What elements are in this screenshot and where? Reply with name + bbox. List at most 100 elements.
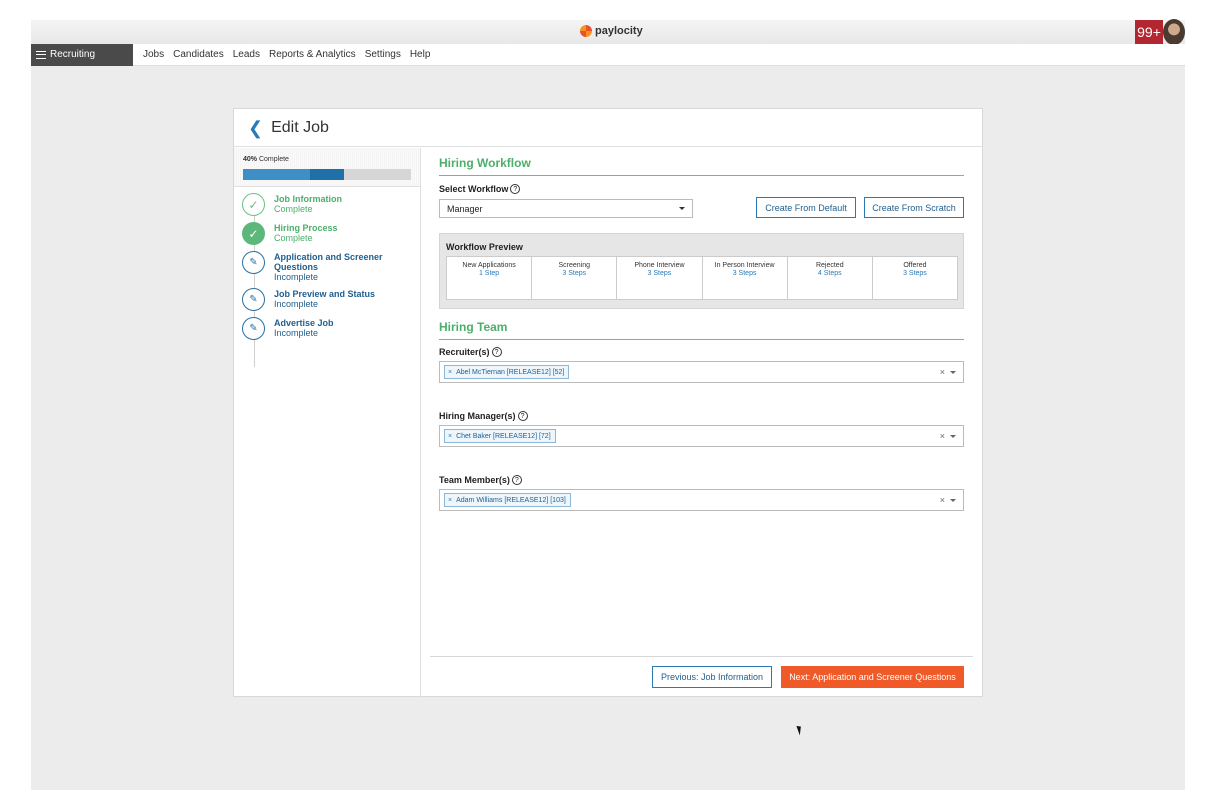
recruiters-label: Recruiter(s) ? <box>439 347 502 357</box>
step-title: Job Preview and Status <box>274 289 376 299</box>
team-members-label-text: Team Member(s) <box>439 475 510 485</box>
select-workflow-text: Select Workflow <box>439 184 509 194</box>
help-icon[interactable]: ? <box>517 411 528 421</box>
workflow-stage: Rejected 4 Steps <box>788 257 873 299</box>
workflow-stage: Phone Interview 3 Steps <box>617 257 703 299</box>
brand-name: paylocity <box>595 25 643 37</box>
stage-name: Offered <box>903 262 927 269</box>
nav-help[interactable]: Help <box>410 49 431 60</box>
avatar[interactable] <box>1163 19 1185 45</box>
step-application-questions[interactable]: ✎ Application and Screener Questions Inc… <box>234 251 420 282</box>
nav-jobs[interactable]: Jobs <box>143 49 164 60</box>
logo-icon <box>580 25 592 37</box>
recruiters-label-text: Recruiter(s) <box>439 347 490 357</box>
step-job-information[interactable]: ✓ Job Information Complete <box>234 193 420 216</box>
stage-steps-link[interactable]: 3 Steps <box>617 270 701 278</box>
stage-steps-link[interactable]: 4 Steps <box>788 270 872 278</box>
main-nav: Recruiting Jobs Candidates Leads Reports… <box>31 43 1185 66</box>
module-label: Recruiting <box>50 49 96 60</box>
create-from-scratch-button[interactable]: Create From Scratch <box>864 197 964 218</box>
step-hiring-process[interactable]: ✓ Hiring Process Complete <box>234 222 420 245</box>
step-title: Hiring Process <box>274 223 338 233</box>
workflow-stage: New Applications 1 Step <box>447 257 533 299</box>
clear-icon[interactable]: × <box>940 367 945 377</box>
workflow-preview: Workflow Preview New Applications 1 Step… <box>439 233 964 309</box>
hiring-managers-field[interactable]: × Chet Baker [RELEASE12] [72] × <box>439 425 964 447</box>
workflow-stages: New Applications 1 Step Screening 3 Step… <box>446 256 958 300</box>
manager-tag: × Chet Baker [RELEASE12] [72] <box>444 429 556 443</box>
workflow-stage: In Person Interview 3 Steps <box>703 257 788 299</box>
caret-down-icon[interactable] <box>950 371 956 374</box>
step-title: Job Information <box>274 194 342 204</box>
steps-list: ✓ Job Information Complete ✓ Hiring Proc… <box>234 187 420 367</box>
progress-section: 40% Complete <box>234 148 420 187</box>
caret-down-icon[interactable] <box>950 499 956 502</box>
stage-steps-link[interactable]: 3 Steps <box>703 270 787 278</box>
remove-tag-icon[interactable]: × <box>448 497 452 504</box>
remove-tag-icon[interactable]: × <box>448 433 452 440</box>
caret-down-icon[interactable] <box>950 435 956 438</box>
recruiters-field[interactable]: × Abel McTiernan [RELEASE12] [52] × <box>439 361 964 383</box>
edit-job-card: ❮ Edit Job 40% Complete ✓ Job Informatio… <box>233 108 983 697</box>
hiring-workflow-title: Hiring Workflow <box>439 156 964 176</box>
create-from-default-button[interactable]: Create From Default <box>756 197 856 218</box>
step-status: Complete <box>274 204 313 214</box>
remove-tag-icon[interactable]: × <box>448 369 452 376</box>
member-tag: × Adam Williams [RELEASE12] [103] <box>444 493 571 507</box>
team-members-field[interactable]: × Adam Williams [RELEASE12] [103] × <box>439 489 964 511</box>
progress-current-segment <box>310 169 344 180</box>
chevron-left-icon[interactable]: ❮ <box>248 119 263 137</box>
progress-bar <box>243 169 411 180</box>
stage-name: Rejected <box>815 262 844 269</box>
workflow-select[interactable]: Manager <box>439 199 693 218</box>
edit-note-icon: ✎ <box>242 288 265 311</box>
stage-steps-link[interactable]: 3 Steps <box>873 270 957 278</box>
step-status: Incomplete <box>274 299 319 309</box>
stage-steps-link[interactable]: 3 Steps <box>532 270 616 278</box>
select-workflow-label: Select Workflow ? <box>439 184 521 194</box>
clear-icon[interactable]: × <box>940 431 945 441</box>
member-name: Adam Williams [RELEASE12] [103] <box>456 496 566 504</box>
edit-note-icon: ✎ <box>242 317 265 340</box>
stage-name: New Applications <box>462 262 516 269</box>
step-job-preview[interactable]: ✎ Job Preview and Status Incomplete <box>234 288 420 311</box>
nav-settings[interactable]: Settings <box>365 49 401 60</box>
hiring-managers-label: Hiring Manager(s) ? <box>439 411 528 421</box>
stage-name: Screening <box>558 262 591 269</box>
check-icon: ✓ <box>242 193 265 216</box>
module-menu-button[interactable]: Recruiting <box>31 43 133 66</box>
help-icon[interactable]: ? <box>511 475 522 485</box>
check-icon: ✓ <box>242 222 265 245</box>
paylocity-logo[interactable]: paylocity <box>580 24 643 38</box>
nav-leads[interactable]: Leads <box>233 49 260 60</box>
hiring-team-section: Hiring Team <box>439 320 964 340</box>
edit-note-icon: ✎ <box>242 251 265 274</box>
step-title: Advertise Job <box>274 318 334 328</box>
step-status: Incomplete <box>274 328 319 338</box>
recruiter-name: Abel McTiernan [RELEASE12] [52] <box>456 368 565 376</box>
workflow-preview-title: Workflow Preview <box>446 242 523 252</box>
steps-sidebar: 40% Complete ✓ Job Information Complete … <box>234 148 421 697</box>
workflow-stage: Offered 3 Steps <box>873 257 957 299</box>
help-icon[interactable]: ? <box>510 184 521 194</box>
step-status: Incomplete <box>274 272 319 282</box>
next-button[interactable]: Next: Application and Screener Questions <box>781 666 964 688</box>
help-icon[interactable]: ? <box>491 347 502 357</box>
hiring-workflow-section: Hiring Workflow <box>439 156 964 176</box>
notifications-badge[interactable]: 99+ <box>1135 20 1163 44</box>
clear-icon[interactable]: × <box>940 495 945 505</box>
nav-reports[interactable]: Reports & Analytics <box>269 49 356 60</box>
step-status: Complete <box>274 233 313 243</box>
hiring-managers-label-text: Hiring Manager(s) <box>439 411 516 421</box>
step-advertise-job[interactable]: ✎ Advertise Job Incomplete <box>234 317 420 340</box>
stage-name: In Person Interview <box>714 262 775 269</box>
workflow-stage: Screening 3 Steps <box>532 257 618 299</box>
team-members-label: Team Member(s) ? <box>439 475 522 485</box>
page-header: ❮ Edit Job <box>234 109 982 147</box>
stage-steps-link[interactable]: 1 Step <box>447 270 531 278</box>
recruiter-tag: × Abel McTiernan [RELEASE12] [52] <box>444 365 570 379</box>
nav-candidates[interactable]: Candidates <box>173 49 224 60</box>
progress-label: 40% Complete <box>243 156 411 163</box>
previous-button[interactable]: Previous: Job Information <box>652 666 772 688</box>
step-title: Application and Screener Questions <box>274 252 383 272</box>
